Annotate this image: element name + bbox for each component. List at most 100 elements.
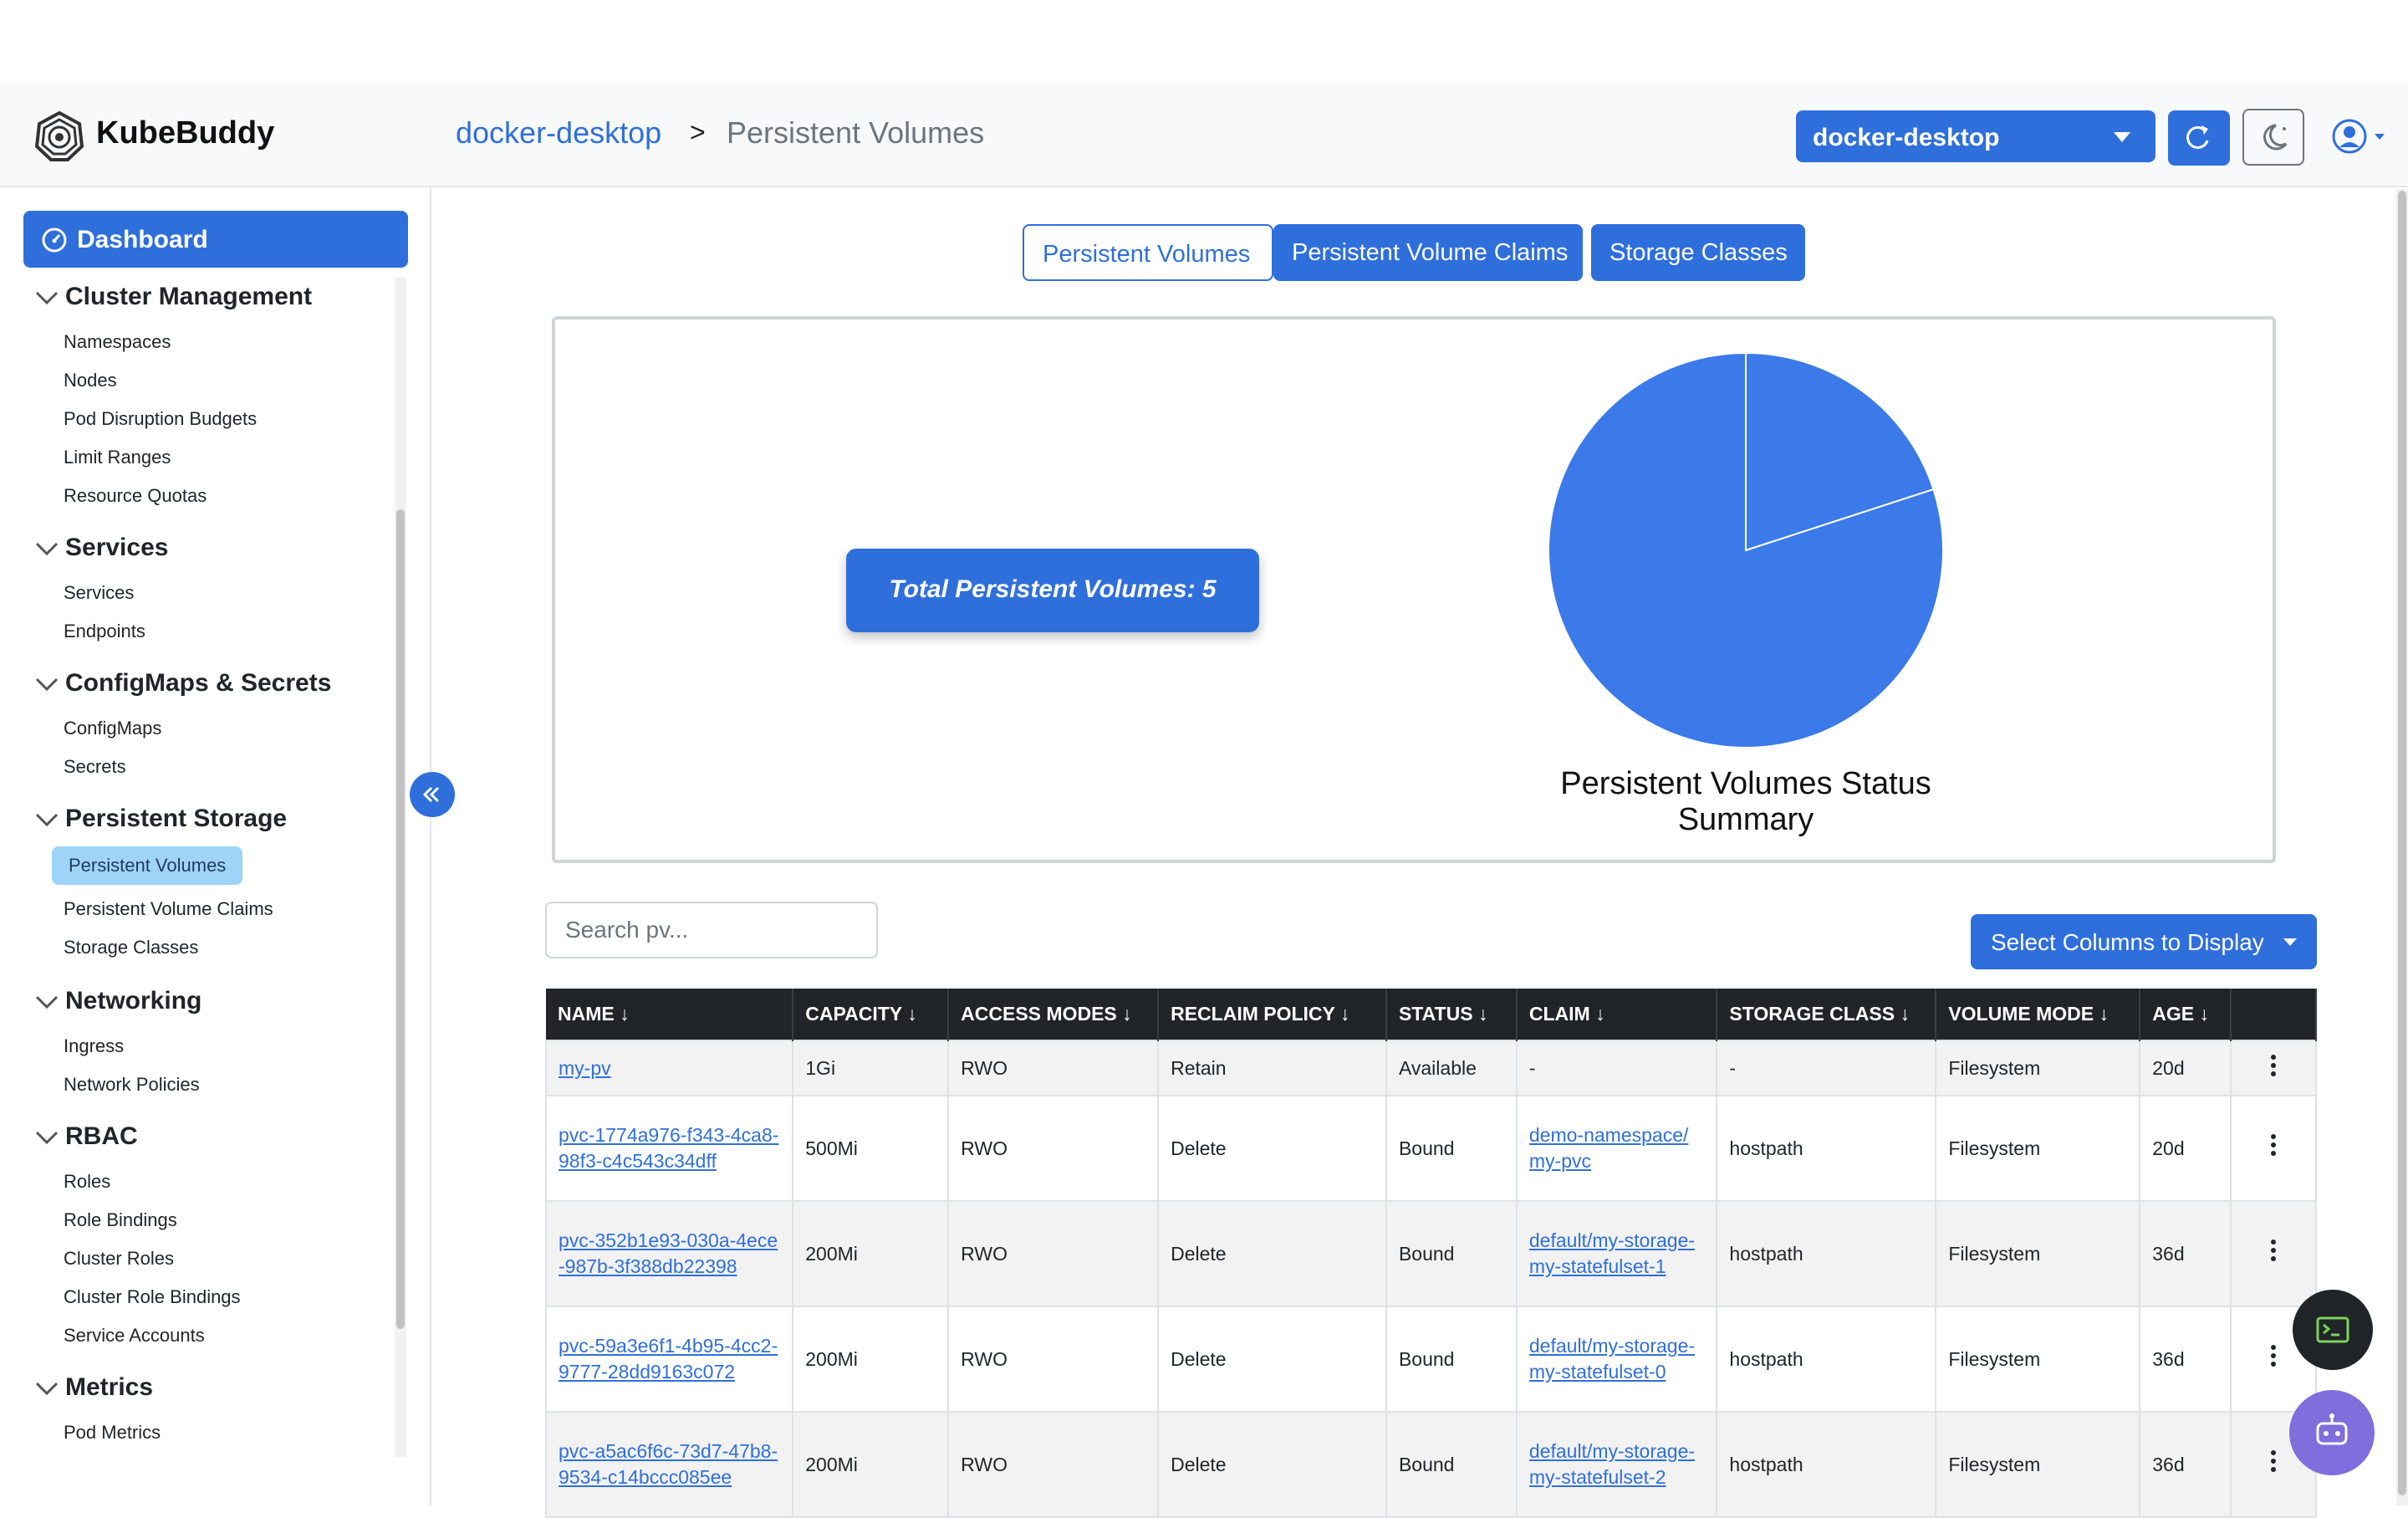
- sidebar-item-resource-quotas[interactable]: Resource Quotas: [64, 485, 207, 507]
- cell-status: Bound: [1385, 1306, 1518, 1413]
- cell-reclaim-policy: Delete: [1157, 1200, 1387, 1307]
- total-persistent-volumes-badge[interactable]: Total Persistent Volumes: 5: [846, 549, 1259, 632]
- cell-name: pvc-a5ac6f6c-73d7-47b8-9534-c14bccc085ee: [544, 1411, 794, 1518]
- column-header-access-modes[interactable]: ACCESS MODES ↓: [948, 989, 1160, 1040]
- cell-volume-mode: Filesystem: [1935, 1200, 2141, 1307]
- search-input[interactable]: [545, 902, 878, 958]
- cell-access-modes: RWO: [947, 1040, 1160, 1096]
- section-services[interactable]: Services: [33, 534, 168, 562]
- column-header-reclaim-policy[interactable]: RECLAIM POLICY ↓: [1158, 989, 1387, 1040]
- cell-name: pvc-1774a976-f343-4ca8-98f3-c4c543c34dff: [544, 1095, 794, 1202]
- column-header-capacity[interactable]: CAPACITY ↓: [793, 989, 950, 1040]
- caret-down-icon: [2283, 938, 2297, 946]
- sidebar-collapse-button[interactable]: [410, 772, 455, 817]
- sidebar-item-persistent-volumes[interactable]: Persistent Volumes: [52, 846, 243, 885]
- tab-persistent-volumes[interactable]: Persistent Volumes: [1023, 224, 1273, 281]
- breadcrumb-cluster-link[interactable]: docker-desktop: [456, 115, 661, 151]
- cell-age: 36d: [2139, 1200, 2232, 1307]
- pv-name-link[interactable]: pvc-1774a976-f343-4ca8-98f3-c4c543c34dff: [559, 1122, 780, 1174]
- chevron-down-icon: [35, 678, 59, 692]
- sidebar-item-pod-metrics[interactable]: Pod Metrics: [64, 1422, 161, 1444]
- tab-persistent-volume-claims[interactable]: Persistent Volume Claims: [1273, 224, 1583, 281]
- cell-reclaim-policy: Delete: [1157, 1306, 1387, 1413]
- cell-claim: default/my-storage-my-statefulset-1: [1515, 1200, 1718, 1307]
- column-header-status[interactable]: STATUS ↓: [1385, 989, 1518, 1040]
- terminal-button[interactable]: [2293, 1290, 2373, 1370]
- section-title: Services: [65, 534, 169, 561]
- sidebar-item-persistent-volume-claims[interactable]: Persistent Volume Claims: [64, 898, 273, 920]
- sidebar-item-namespaces[interactable]: Namespaces: [64, 331, 171, 353]
- pv-name-link[interactable]: my-pv: [559, 1057, 611, 1079]
- section-title: Persistent Storage: [65, 805, 288, 832]
- kebab-menu-icon[interactable]: [2270, 1343, 2277, 1368]
- refresh-button[interactable]: [2168, 110, 2230, 166]
- column-header-storage-class[interactable]: STORAGE CLASS ↓: [1717, 989, 1937, 1040]
- dashboard-label: Dashboard: [77, 226, 208, 253]
- claim-link[interactable]: default/my-storage-my-statefulset-2: [1529, 1439, 1705, 1490]
- caret-down-icon: [2114, 132, 2130, 142]
- section-persistent-storage[interactable]: Persistent Storage: [33, 805, 287, 833]
- table-row: pvc-59a3e6f1-4b95-4cc2-9777-28dd9163c072…: [544, 1306, 2317, 1413]
- status-pie-chart: [1548, 351, 1944, 749]
- breadcrumb-separator: >: [690, 117, 706, 147]
- cell-status: Available: [1385, 1040, 1518, 1096]
- select-columns-button[interactable]: Select Columns to Display: [1971, 914, 2317, 969]
- sidebar-item-network-policies[interactable]: Network Policies: [64, 1074, 200, 1096]
- cell-actions: [2230, 1095, 2317, 1202]
- sidebar-item-ingress[interactable]: Ingress: [64, 1035, 124, 1057]
- column-header-volume-mode[interactable]: VOLUME MODE ↓: [1936, 989, 2141, 1040]
- persistent-volumes-table: NAME ↓ CAPACITY ↓ ACCESS MODES ↓ RECLAIM…: [544, 989, 2317, 1518]
- cell-volume-mode: Filesystem: [1935, 1306, 2141, 1413]
- section-title: Cluster Management: [65, 283, 313, 310]
- sidebar-item-limit-ranges[interactable]: Limit Ranges: [64, 447, 171, 468]
- dashboard-button[interactable]: Dashboard: [23, 211, 408, 268]
- kebab-menu-icon[interactable]: [2270, 1132, 2277, 1158]
- cell-capacity: 200Mi: [792, 1306, 950, 1413]
- cell-access-modes: RWO: [947, 1095, 1160, 1202]
- section-configmaps-secrets[interactable]: ConfigMaps & Secrets: [33, 669, 331, 698]
- kebab-menu-icon[interactable]: [2270, 1449, 2277, 1474]
- section-networking[interactable]: Networking: [33, 987, 202, 1015]
- section-metrics[interactable]: Metrics: [33, 1373, 153, 1402]
- sidebar-item-services[interactable]: Services: [64, 582, 134, 604]
- section-cluster-management[interactable]: Cluster Management: [33, 283, 312, 311]
- sidebar-item-cluster-roles[interactable]: Cluster Roles: [64, 1248, 174, 1270]
- claim-link[interactable]: default/my-storage-my-statefulset-0: [1529, 1333, 1705, 1385]
- sidebar-item-role-bindings[interactable]: Role Bindings: [64, 1209, 177, 1231]
- context-select[interactable]: docker-desktop: [1796, 110, 2155, 162]
- user-menu[interactable]: [2331, 115, 2390, 157]
- claim-link[interactable]: default/my-storage-my-statefulset-1: [1529, 1228, 1705, 1280]
- sidebar-item-nodes[interactable]: Nodes: [64, 370, 117, 391]
- cell-reclaim-policy: Retain: [1157, 1040, 1387, 1096]
- kebab-menu-icon[interactable]: [2270, 1053, 2277, 1078]
- claim-link[interactable]: demo-namespace/my-pvc: [1529, 1122, 1705, 1174]
- table-header-row: NAME ↓ CAPACITY ↓ ACCESS MODES ↓ RECLAIM…: [546, 989, 2317, 1040]
- breadcrumb-current: Persistent Volumes: [727, 115, 985, 150]
- sidebar-item-storage-classes[interactable]: Storage Classes: [64, 937, 198, 958]
- section-rbac[interactable]: RBAC: [33, 1122, 138, 1151]
- sidebar-item-roles[interactable]: Roles: [64, 1171, 110, 1193]
- sidebar-item-service-accounts[interactable]: Service Accounts: [64, 1325, 205, 1347]
- column-header-age[interactable]: AGE ↓: [2140, 989, 2232, 1040]
- chevron-down-icon: [35, 1132, 59, 1145]
- chevron-down-icon: [35, 814, 59, 827]
- cell-access-modes: RWO: [947, 1411, 1160, 1518]
- column-header-claim[interactable]: CLAIM ↓: [1516, 989, 1718, 1040]
- assistant-bot-button[interactable]: [2289, 1390, 2375, 1475]
- main-scrollbar-thumb[interactable]: [2398, 191, 2406, 1495]
- pv-name-link[interactable]: pvc-352b1e93-030a-4ece-987b-3f388db22398: [559, 1228, 780, 1280]
- sidebar-item-endpoints[interactable]: Endpoints: [64, 621, 145, 642]
- pv-name-link[interactable]: pvc-59a3e6f1-4b95-4cc2-9777-28dd9163c072: [559, 1333, 780, 1385]
- chart-title: Persistent Volumes Status Summary: [1560, 766, 1931, 837]
- sidebar-item-secrets[interactable]: Secrets: [64, 756, 126, 778]
- theme-toggle-button[interactable]: [2242, 109, 2304, 166]
- sidebar-scrollbar-thumb[interactable]: [396, 509, 405, 1329]
- pv-name-link[interactable]: pvc-a5ac6f6c-73d7-47b8-9534-c14bccc085ee: [559, 1439, 780, 1490]
- sidebar-item-cluster-role-bindings[interactable]: Cluster Role Bindings: [64, 1286, 241, 1308]
- column-header-name[interactable]: NAME ↓: [546, 989, 794, 1040]
- sidebar-item-pod-disruption-budgets[interactable]: Pod Disruption Budgets: [64, 408, 257, 430]
- kebab-menu-icon[interactable]: [2270, 1238, 2277, 1263]
- table-row: my-pv 1Gi RWO Retain Available - - Files…: [544, 1040, 2317, 1096]
- sidebar-item-configmaps[interactable]: ConfigMaps: [64, 718, 161, 739]
- tab-storage-classes[interactable]: Storage Classes: [1591, 224, 1805, 281]
